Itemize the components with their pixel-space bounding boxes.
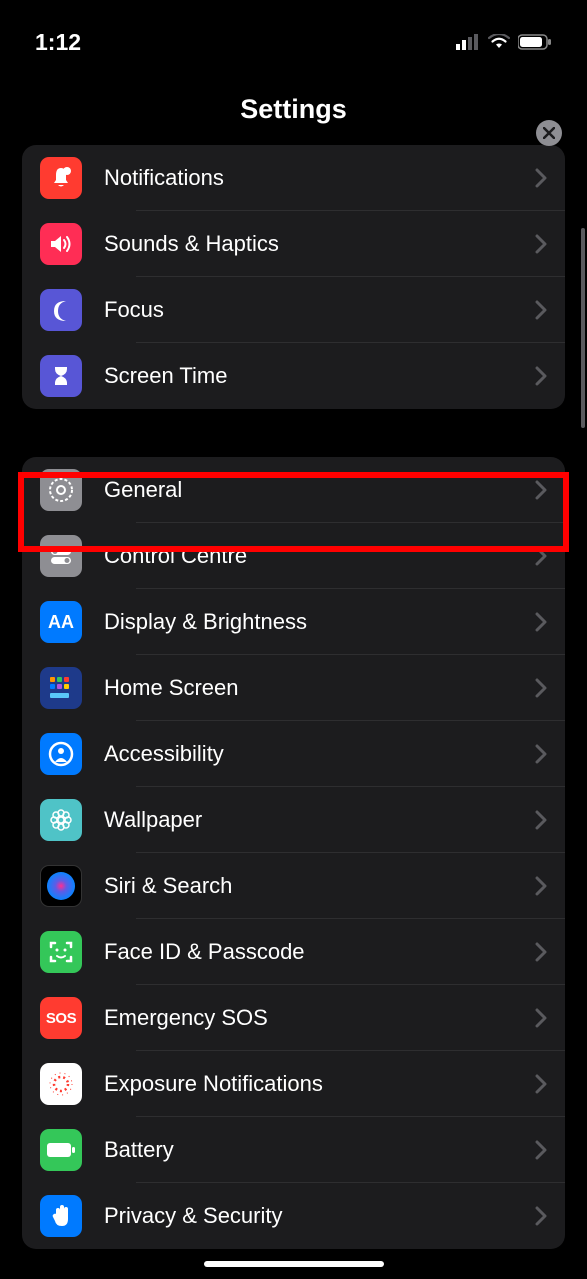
home-indicator[interactable] [204, 1261, 384, 1267]
row-label: Focus [104, 297, 535, 323]
chevron-right-icon [535, 612, 547, 632]
sos-icon: SOS [40, 997, 82, 1039]
siri-icon [40, 865, 82, 907]
status-bar: 1:12 [0, 0, 587, 70]
row-label: General [104, 477, 535, 503]
chevron-right-icon [535, 1206, 547, 1226]
chevron-right-icon [535, 942, 547, 962]
settings-row-sounds[interactable]: Sounds & Haptics [22, 211, 565, 277]
close-button[interactable] [536, 120, 562, 146]
close-icon [543, 127, 555, 139]
settings-row-battery[interactable]: Battery [22, 1117, 565, 1183]
moon-icon [40, 289, 82, 331]
settings-group: Notifications Sounds & Haptics Focus Screen… [22, 145, 565, 409]
chevron-right-icon [535, 744, 547, 764]
page-title: Settings [0, 94, 587, 125]
settings-row-homescreen[interactable]: Home Screen [22, 655, 565, 721]
row-label: Exposure Notifications [104, 1071, 535, 1097]
virus-icon [40, 1063, 82, 1105]
chevron-right-icon [535, 300, 547, 320]
toggles-icon [40, 535, 82, 577]
chevron-right-icon [535, 678, 547, 698]
row-label: Wallpaper [104, 807, 535, 833]
status-indicators [456, 34, 552, 50]
chevron-right-icon [535, 366, 547, 386]
settings-row-exposure[interactable]: Exposure Notifications [22, 1051, 565, 1117]
row-label: Privacy & Security [104, 1203, 535, 1229]
chevron-right-icon [535, 546, 547, 566]
face-icon [40, 931, 82, 973]
settings-row-screentime[interactable]: Screen Time [22, 343, 565, 409]
scrollbar[interactable] [581, 228, 585, 428]
battery-icon [518, 34, 552, 50]
row-label: Emergency SOS [104, 1005, 535, 1031]
hourglass-icon [40, 355, 82, 397]
cellular-icon [456, 34, 480, 50]
row-label: Accessibility [104, 741, 535, 767]
hand-icon [40, 1195, 82, 1237]
speaker-icon [40, 223, 82, 265]
settings-row-siri[interactable]: Siri & Search [22, 853, 565, 919]
row-label: Battery [104, 1137, 535, 1163]
row-label: Siri & Search [104, 873, 535, 899]
settings-group: General Control Centre AA Display & Brightn… [22, 457, 565, 1249]
battery-icon [40, 1129, 82, 1171]
chevron-right-icon [535, 1074, 547, 1094]
chevron-right-icon [535, 480, 547, 500]
flower-icon [40, 799, 82, 841]
grid-icon [40, 667, 82, 709]
settings-row-wallpaper[interactable]: Wallpaper [22, 787, 565, 853]
gear-icon [40, 469, 82, 511]
row-label: Notifications [104, 165, 535, 191]
row-label: Screen Time [104, 363, 535, 389]
settings-row-accessibility[interactable]: Accessibility [22, 721, 565, 787]
aa-icon: AA [40, 601, 82, 643]
settings-row-notifications[interactable]: Notifications [22, 145, 565, 211]
chevron-right-icon [535, 1008, 547, 1028]
settings-row-faceid[interactable]: Face ID & Passcode [22, 919, 565, 985]
chevron-right-icon [535, 1140, 547, 1160]
row-label: Face ID & Passcode [104, 939, 535, 965]
row-label: Sounds & Haptics [104, 231, 535, 257]
settings-row-general[interactable]: General [22, 457, 565, 523]
chevron-right-icon [535, 234, 547, 254]
settings-row-privacy[interactable]: Privacy & Security [22, 1183, 565, 1249]
settings-row-focus[interactable]: Focus [22, 277, 565, 343]
row-label: Home Screen [104, 675, 535, 701]
row-label: Display & Brightness [104, 609, 535, 635]
settings-row-sos[interactable]: SOS Emergency SOS [22, 985, 565, 1051]
page-header: Settings [0, 70, 587, 145]
chevron-right-icon [535, 810, 547, 830]
status-time: 1:12 [35, 29, 81, 56]
settings-row-display[interactable]: AA Display & Brightness [22, 589, 565, 655]
row-label: Control Centre [104, 543, 535, 569]
wifi-icon [488, 34, 510, 50]
person-circle-icon [40, 733, 82, 775]
chevron-right-icon [535, 876, 547, 896]
chevron-right-icon [535, 168, 547, 188]
settings-row-controlcentre[interactable]: Control Centre [22, 523, 565, 589]
bell-badge-icon [40, 157, 82, 199]
